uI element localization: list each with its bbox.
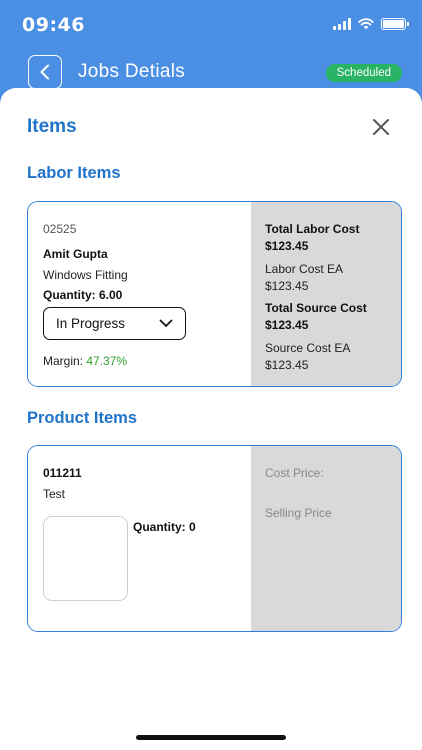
- product-item-quantity: Quantity: 0: [133, 520, 196, 534]
- total-labor-cost-label: Total Labor Cost: [265, 222, 360, 236]
- labor-item-description: Windows Fitting: [43, 268, 128, 282]
- labor-item-quantity: Quantity: 6.00: [43, 288, 123, 302]
- labor-cost-panel: Total Labor Cost $123.45 Labor Cost EA $…: [251, 202, 401, 386]
- status-bar: 09:46: [0, 0, 422, 50]
- labor-item-name: Amit Gupta: [43, 247, 108, 261]
- labor-item-code: 02525: [43, 222, 77, 236]
- product-items-heading: Product Items: [27, 409, 138, 427]
- total-source-cost-label: Total Source Cost: [265, 301, 367, 315]
- page-title: Jobs Detials: [78, 61, 186, 82]
- labor-item-card[interactable]: 02525 Amit Gupta Windows Fitting Quantit…: [27, 201, 402, 387]
- labor-cost-ea-label: Labor Cost EA: [265, 262, 344, 276]
- product-item-name: Test: [43, 487, 66, 501]
- status-icons: [333, 18, 409, 30]
- status-time: 09:46: [22, 14, 85, 36]
- cost-price-label: Cost Price:: [265, 466, 324, 480]
- battery-icon: [381, 18, 409, 30]
- product-item-details: 011211 Test Quantity: 0: [28, 446, 251, 631]
- wifi-icon: [358, 18, 374, 30]
- back-button[interactable]: [28, 55, 62, 89]
- sheet-title: Items: [27, 116, 77, 137]
- margin-value: 47.37%: [86, 354, 128, 368]
- labor-cost-ea-value: $123.45: [265, 279, 309, 293]
- labor-item-details: 02525 Amit Gupta Windows Fitting Quantit…: [28, 202, 251, 386]
- app-header: Jobs Detials Scheduled: [0, 52, 422, 92]
- total-labor-cost-value: $123.45: [265, 239, 309, 253]
- labor-status-dropdown[interactable]: In Progress: [43, 307, 186, 340]
- total-source-cost-value: $123.45: [265, 318, 309, 332]
- labor-status-value: In Progress: [56, 316, 126, 331]
- home-indicator: [136, 735, 286, 740]
- chevron-left-icon: [40, 64, 49, 80]
- source-cost-ea-label: Source Cost EA: [265, 341, 351, 355]
- product-price-panel: Cost Price: Selling Price: [251, 446, 401, 631]
- margin-label: Margin:: [43, 354, 84, 368]
- items-sheet: Items Labor Items 02525 Amit Gupta Windo…: [0, 88, 422, 750]
- source-cost-ea-value: $123.45: [265, 358, 309, 372]
- status-badge: Scheduled: [325, 64, 402, 82]
- chevron-down-icon: [159, 319, 173, 327]
- selling-price-label: Selling Price: [265, 506, 332, 520]
- product-image-placeholder: [43, 516, 128, 601]
- product-item-card[interactable]: 011211 Test Quantity: 0 Cost Price: Sell…: [27, 445, 402, 632]
- close-icon: [373, 119, 389, 135]
- close-button[interactable]: [368, 114, 394, 140]
- margin-row: Margin: 47.37%: [43, 354, 127, 368]
- cellular-signal-icon: [333, 18, 351, 30]
- product-item-code: 011211: [43, 466, 82, 480]
- labor-items-heading: Labor Items: [27, 164, 121, 182]
